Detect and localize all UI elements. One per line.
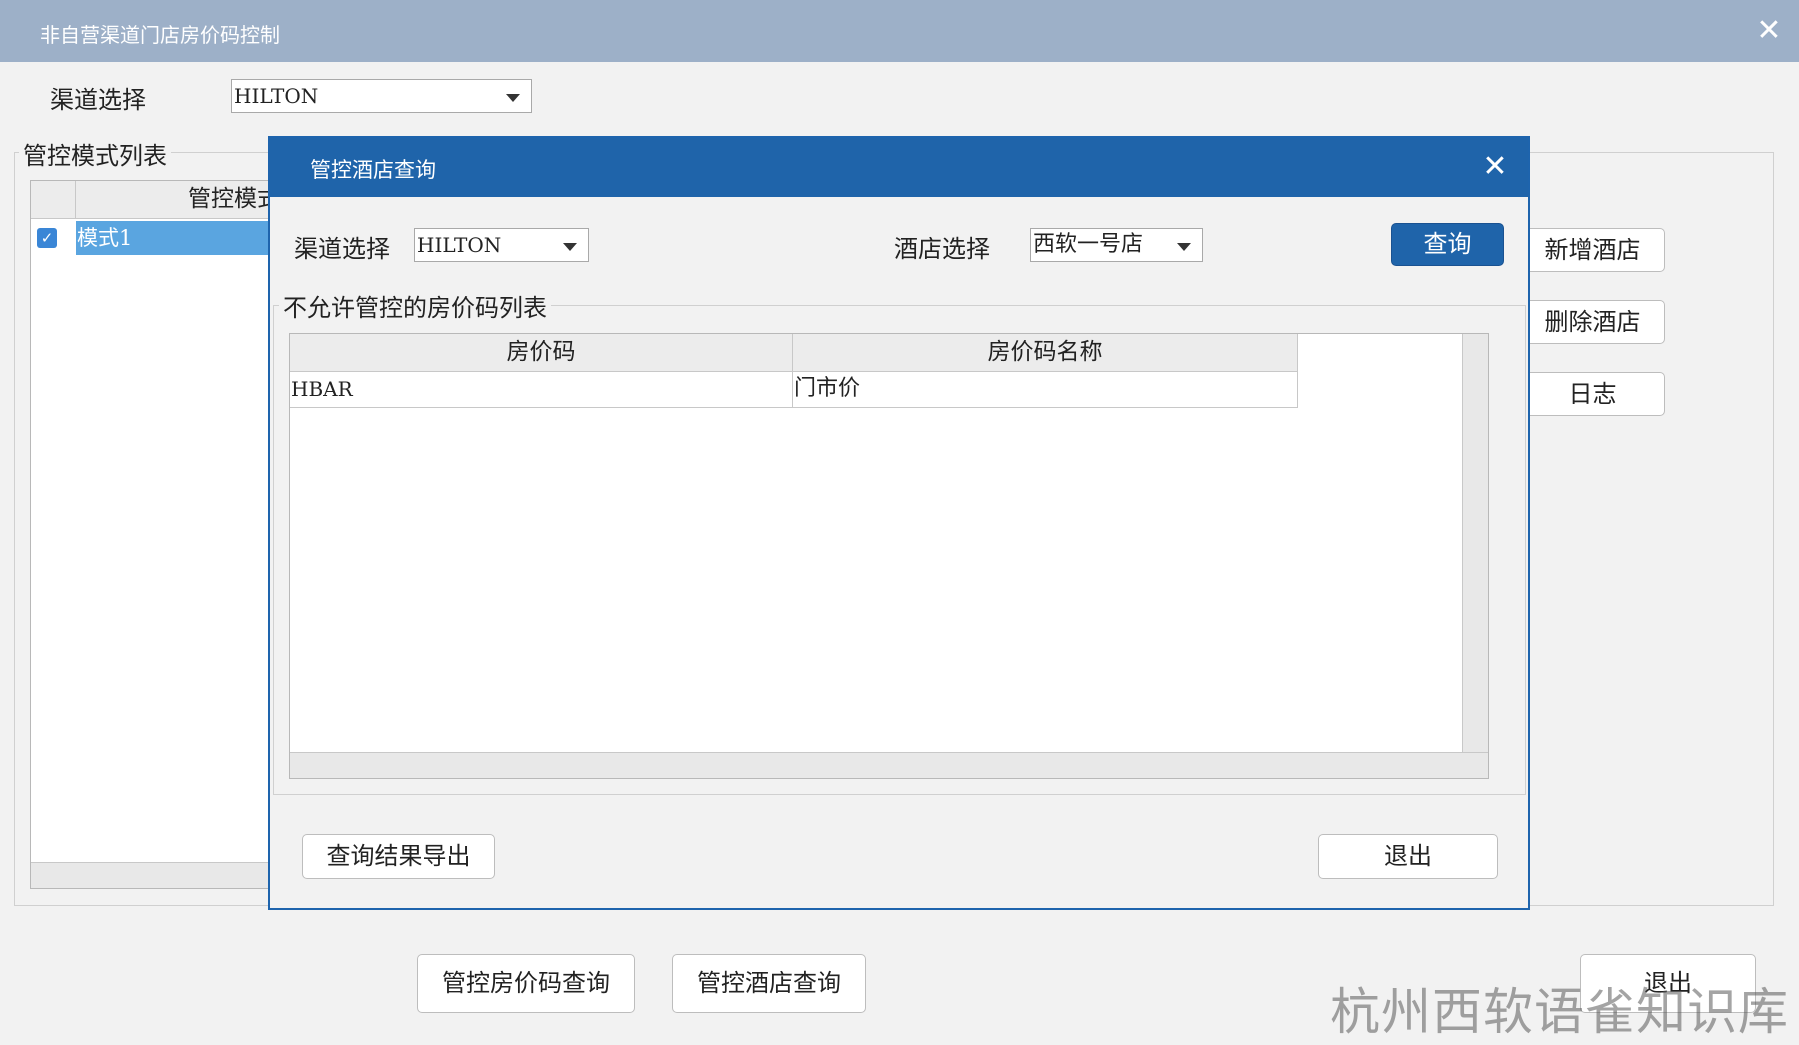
rate-code-query-button[interactable]: 管控房价码查询: [417, 954, 635, 1013]
export-results-button[interactable]: 查询结果导出: [302, 834, 495, 879]
watermark-text: 杭州西软语雀知识库: [1330, 983, 1789, 1041]
mode-grid-header: 管控模式: [76, 181, 280, 219]
channel-select-value: HILTON: [234, 84, 319, 108]
dialog-channel-label: 渠道选择: [294, 235, 390, 263]
mode-grid-hscrollbar[interactable]: [31, 862, 280, 888]
query-button[interactable]: 查询: [1391, 223, 1504, 266]
mode-grid: [30, 180, 280, 889]
rate-code-name-cell[interactable]: 门市价: [793, 372, 1298, 408]
dialog-titlebar: [270, 138, 1528, 197]
dialog-exit-button[interactable]: 退出: [1318, 834, 1498, 879]
add-hotel-button[interactable]: 新增酒店: [1520, 228, 1665, 272]
hotel-select[interactable]: 西软一号店: [1030, 228, 1203, 262]
grid-vscrollbar[interactable]: [1462, 334, 1488, 752]
mode-grid-corner: [31, 181, 76, 219]
log-button[interactable]: 日志: [1520, 372, 1665, 416]
grid-header-rate-code: 房价码: [290, 334, 793, 372]
delete-hotel-button[interactable]: 删除酒店: [1520, 300, 1665, 344]
channel-select[interactable]: HILTON: [231, 79, 532, 113]
hotel-query-button[interactable]: 管控酒店查询: [672, 954, 866, 1013]
channel-label: 渠道选择: [50, 86, 146, 114]
rate-code-cell[interactable]: HBAR: [290, 372, 793, 408]
grid-hscrollbar[interactable]: [290, 752, 1488, 778]
mode-row-name[interactable]: 模式1: [76, 221, 280, 255]
dialog-channel-select-value: HILTON: [417, 233, 502, 257]
outer-close-icon[interactable]: ✕: [1752, 14, 1786, 48]
rate-code-list-title: 不允许管控的房价码列表: [279, 288, 551, 323]
dialog-close-icon[interactable]: ✕: [1478, 150, 1512, 184]
hotel-select-value: 西软一号店: [1033, 232, 1144, 257]
mode-row-checkbox[interactable]: ✓: [37, 228, 57, 248]
mode-list-title: 管控模式列表: [19, 136, 171, 171]
chevron-down-icon: [563, 243, 577, 251]
chevron-down-icon: [506, 94, 520, 102]
hotel-label: 酒店选择: [894, 235, 990, 263]
chevron-down-icon: [1177, 243, 1191, 251]
dialog-channel-select[interactable]: HILTON: [414, 228, 589, 262]
dialog-title: 管控酒店查询: [310, 158, 436, 182]
outer-window-title: 非自营渠道门店房价码控制: [40, 23, 280, 47]
grid-header-rate-code-name: 房价码名称: [793, 334, 1298, 372]
